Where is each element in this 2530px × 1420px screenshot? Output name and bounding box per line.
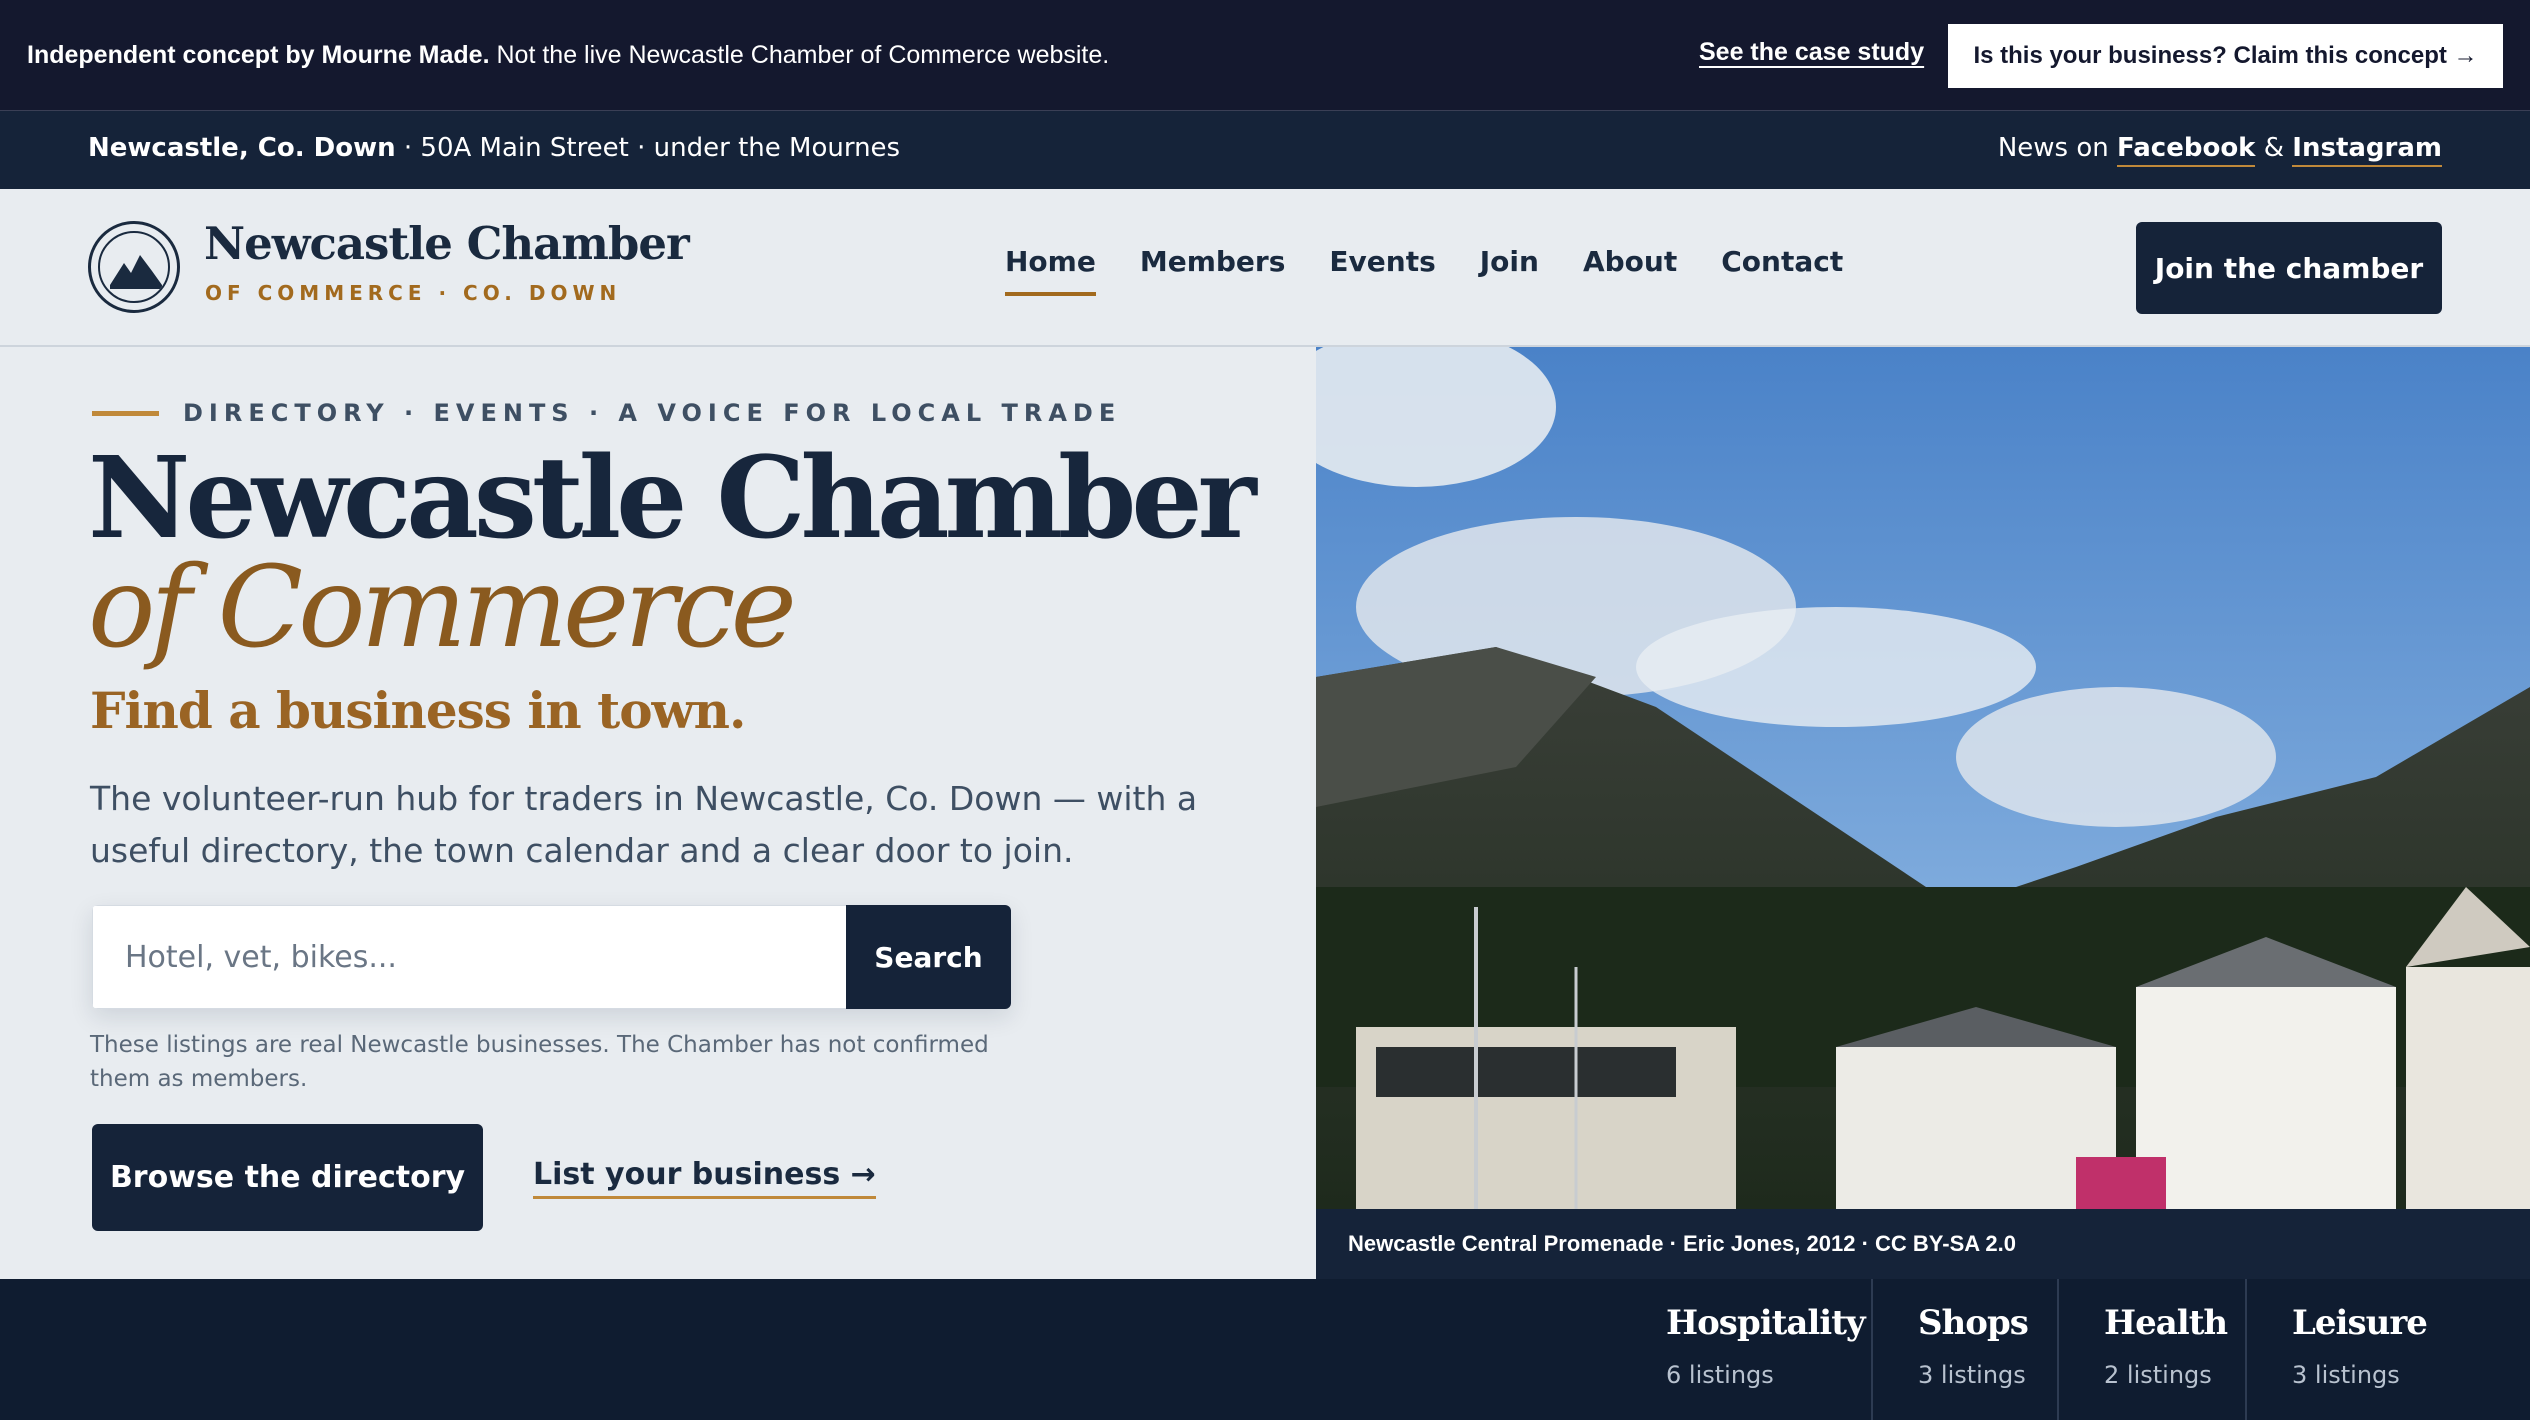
hero-tagline: Find a business in town. (90, 681, 746, 740)
category-count: 3 listings (2292, 1361, 2400, 1389)
brand-subtitle: OF COMMERCE · CO. DOWN (205, 281, 622, 305)
list-business-link[interactable]: List your business → (533, 1157, 876, 1199)
nav-join[interactable]: Join (1480, 245, 1539, 296)
nav-home[interactable]: Home (1005, 245, 1096, 296)
case-study-link[interactable]: See the case study (1699, 38, 1924, 67)
photo-caption: Newcastle Central Promenade · Eric Jones… (1316, 1209, 2530, 1279)
nav-events[interactable]: Events (1329, 245, 1435, 296)
utility-bar: Newcastle, Co. Down · 50A Main Street · … (0, 111, 2530, 189)
browse-directory-button[interactable]: Browse the directory (92, 1124, 483, 1231)
category-name: Hospitality (1666, 1303, 1866, 1343)
concept-banner: Independent concept by Mourne Made. Not … (0, 0, 2530, 111)
site-header: Newcastle Chamber OF COMMERCE · CO. DOWN… (0, 189, 2530, 347)
mountain-logo-icon[interactable] (88, 221, 180, 313)
concept-lead: Independent concept by Mourne Made. (27, 40, 490, 69)
category-divider (1871, 1279, 1873, 1420)
search-button[interactable]: Search (846, 905, 1011, 1009)
hero-section: DIRECTORY · EVENTS · A VOICE FOR LOCAL T… (0, 347, 1316, 1279)
location-line: Newcastle, Co. Down · 50A Main Street · … (88, 133, 900, 163)
caption-text: Newcastle Central Promenade · Eric Jones… (1348, 1231, 2017, 1256)
town-name: Newcastle, Co. Down (88, 133, 396, 163)
brand-name[interactable]: Newcastle Chamber (204, 217, 690, 270)
nav-members[interactable]: Members (1140, 245, 1286, 296)
category-count: 3 listings (1918, 1361, 2026, 1389)
search-input[interactable] (92, 905, 846, 1009)
category-name: Leisure (2292, 1303, 2428, 1343)
main-nav: Home Members Events Join About Contact (1005, 245, 1843, 296)
listings-disclaimer: These listings are real Newcastle busine… (90, 1032, 989, 1092)
concept-text: Not the live Newcastle Chamber of Commer… (489, 40, 1110, 69)
category-divider (2057, 1279, 2059, 1420)
category-strip: Hospitality 6 listings Shops 3 listings … (0, 1279, 2530, 1420)
hero-photo (1316, 347, 2530, 1209)
news-prefix: News on (1997, 133, 2118, 163)
nav-about[interactable]: About (1583, 245, 1677, 296)
social-links: News on Facebook & Instagram (1997, 133, 2442, 167)
hero-eyebrow: DIRECTORY · EVENTS · A VOICE FOR LOCAL T… (92, 399, 1121, 427)
concept-message: Independent concept by Mourne Made. Not … (27, 41, 1109, 70)
category-name: Shops (1918, 1303, 2029, 1343)
hero-lede: The volunteer-run hub for traders in New… (90, 779, 1198, 870)
category-name: Health (2104, 1303, 2228, 1343)
eyebrow-text: DIRECTORY · EVENTS · A VOICE FOR LOCAL T… (183, 399, 1122, 427)
address-text: · 50A Main Street · under the Mournes (395, 133, 901, 163)
hero-title-line2: of Commerce (88, 543, 797, 673)
eyebrow-rule (92, 410, 159, 416)
claim-concept-button[interactable]: Is this your business? Claim this concep… (1948, 24, 2503, 88)
directory-search: Search (92, 905, 1011, 1009)
join-chamber-button[interactable]: Join the chamber (2136, 222, 2442, 314)
instagram-link[interactable]: Instagram (2292, 133, 2442, 167)
nav-contact[interactable]: Contact (1721, 245, 1843, 296)
amp-separator: & (2255, 133, 2293, 163)
category-count: 2 listings (2104, 1361, 2212, 1389)
category-divider (2245, 1279, 2247, 1420)
facebook-link[interactable]: Facebook (2117, 133, 2256, 167)
category-count: 6 listings (1666, 1361, 1774, 1389)
